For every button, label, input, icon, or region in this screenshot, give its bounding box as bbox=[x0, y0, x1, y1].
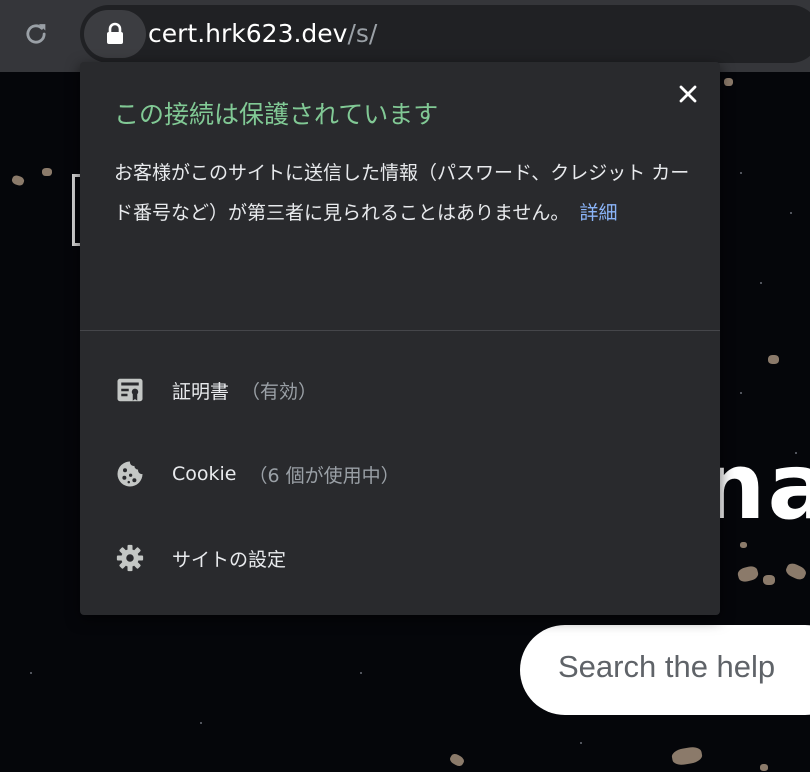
certificate-item[interactable]: 証明書 （有効） bbox=[80, 360, 720, 420]
certificate-label: 証明書 bbox=[172, 380, 230, 403]
star-dot bbox=[360, 672, 362, 674]
certificate-icon bbox=[114, 374, 146, 406]
star-dot bbox=[30, 672, 32, 674]
certificate-status: （有効） bbox=[241, 380, 318, 403]
reload-icon bbox=[26, 24, 46, 44]
url-text[interactable]: cert.hrk623.dev/s/ bbox=[148, 15, 377, 53]
background-speck bbox=[768, 355, 779, 364]
background-speck bbox=[724, 78, 733, 86]
close-button[interactable] bbox=[674, 80, 702, 108]
background-speck bbox=[740, 542, 747, 548]
divider bbox=[80, 330, 720, 331]
connection-description: お客様がこのサイトに送信した情報（パスワード、クレジット カード番号など）が第三… bbox=[114, 153, 694, 233]
star-dot bbox=[760, 282, 762, 284]
cookie-icon bbox=[114, 458, 146, 490]
url-path: /s/ bbox=[347, 19, 378, 48]
background-speck bbox=[760, 764, 768, 771]
background-speck bbox=[784, 561, 808, 582]
lock-icon bbox=[107, 22, 123, 44]
star-dot bbox=[200, 722, 202, 724]
star-dot bbox=[580, 742, 582, 744]
close-icon bbox=[679, 85, 697, 103]
cookie-label: Cookie bbox=[172, 463, 237, 485]
gear-icon bbox=[114, 542, 146, 574]
star-dot bbox=[740, 172, 742, 174]
site-info-popup: この接続は保護されています お客様がこのサイトに送信した情報（パスワード、クレジ… bbox=[80, 62, 720, 615]
help-search-input[interactable]: Search the help bbox=[520, 625, 810, 715]
search-placeholder: Search the help bbox=[558, 649, 776, 684]
connection-secure-title: この接続は保護されています bbox=[114, 100, 439, 129]
address-bar[interactable]: cert.hrk623.dev/s/ bbox=[80, 5, 810, 63]
background-speck bbox=[670, 745, 704, 767]
cookie-count: （6 個が使用中） bbox=[248, 464, 400, 487]
background-speck bbox=[10, 174, 26, 187]
background-speck bbox=[42, 168, 52, 176]
details-link[interactable]: 詳細 bbox=[579, 202, 617, 224]
site-info-button[interactable] bbox=[84, 10, 146, 58]
background-speck bbox=[736, 564, 760, 584]
url-host: cert.hrk623.dev bbox=[148, 19, 348, 48]
background-speck bbox=[763, 575, 775, 585]
star-dot bbox=[740, 392, 742, 394]
site-settings-item[interactable]: サイトの設定 bbox=[80, 528, 720, 588]
cookie-item[interactable]: Cookie （6 個が使用中） bbox=[80, 444, 720, 504]
star-dot bbox=[795, 452, 797, 454]
star-dot bbox=[790, 212, 792, 214]
background-speck bbox=[448, 752, 466, 768]
reload-button[interactable] bbox=[20, 18, 52, 50]
site-settings-label: サイトの設定 bbox=[172, 548, 287, 571]
